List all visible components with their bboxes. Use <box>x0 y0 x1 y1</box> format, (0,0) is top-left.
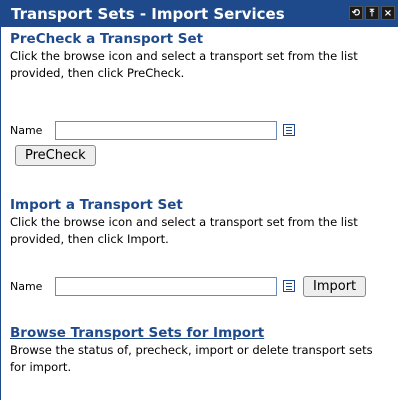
import-button[interactable]: Import <box>303 275 367 297</box>
window-controls: ⟲ ⤒ × <box>349 6 395 20</box>
precheck-form: Name PreCheck <box>10 118 392 166</box>
browse-transport-sets-link[interactable]: Browse Transport Sets for Import <box>10 325 392 341</box>
precheck-name-field[interactable] <box>55 120 277 140</box>
browse-icon[interactable] <box>283 124 295 136</box>
import-name-label: Name <box>10 279 43 293</box>
browse-description: Browse the status of, precheck, import o… <box>10 343 373 374</box>
precheck-description: Click the browse icon and select a trans… <box>10 49 358 80</box>
precheck-name-label: Name <box>10 123 43 137</box>
import-name-field[interactable] <box>55 276 277 296</box>
titlebar: Transport Sets - Import Services ⟲ ⤒ × <box>1 0 398 27</box>
browse-section: Browse Transport Sets for Import Browse … <box>10 325 392 376</box>
precheck-button[interactable]: PreCheck <box>15 145 96 166</box>
close-icon[interactable]: × <box>381 6 395 20</box>
refresh-icon[interactable]: ⟲ <box>349 6 363 20</box>
import-form: Name Import <box>10 274 392 298</box>
precheck-section: PreCheck a Transport Set Click the brows… <box>10 31 392 82</box>
maximize-icon[interactable]: ⤒ <box>365 6 379 20</box>
import-heading: Import a Transport Set <box>10 197 183 213</box>
portlet: Transport Sets - Import Services ⟲ ⤒ × P… <box>0 0 398 400</box>
import-section: Import a Transport Set Click the browse … <box>10 197 392 248</box>
import-description: Click the browse icon and select a trans… <box>10 215 358 246</box>
precheck-heading: PreCheck a Transport Set <box>10 31 204 47</box>
window-title: Transport Sets - Import Services <box>11 4 285 23</box>
browse-icon[interactable] <box>283 280 295 292</box>
